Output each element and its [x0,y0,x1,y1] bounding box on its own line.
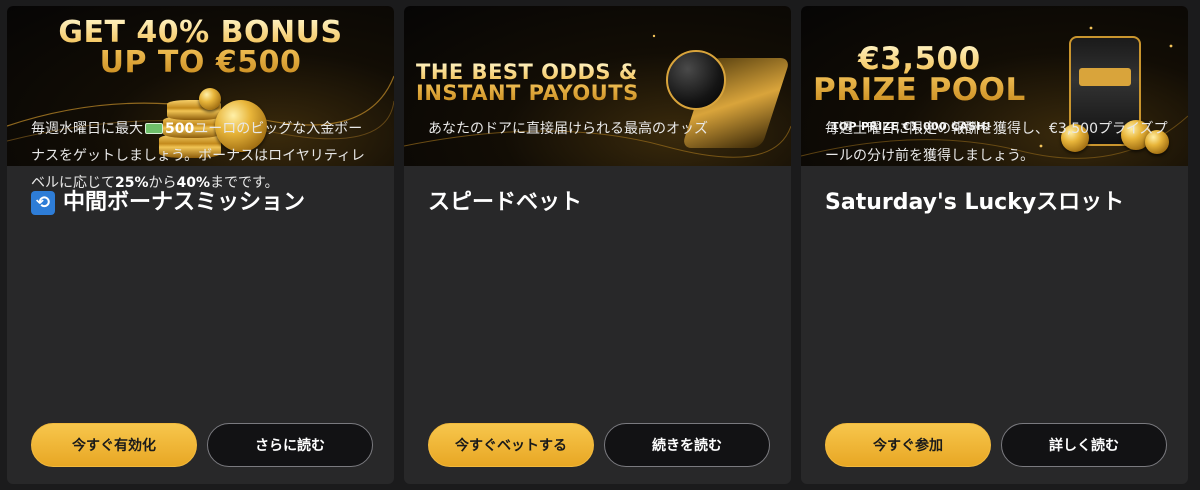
card-title: スピードベット [428,188,767,218]
banner-line-1: €3,500 [858,41,981,77]
join-now-button[interactable]: 今すぐ参加 [825,423,991,467]
slot-reels [1079,68,1131,86]
banner-line-2: UP TO €500 [99,45,302,80]
desc-percent: 40% [176,175,211,191]
read-more-button[interactable]: 詳しく読む [1001,423,1167,467]
football-image [666,50,726,110]
card-description: あなたのドアに直接届けられる最高のオッズ [428,121,708,137]
banner-headline: GET 40% BONUS UP TO €500 [7,18,394,78]
promo-card-lucky-slot: €3,500 PRIZE POOL TOP PRIZE €1,000 CASH!… [801,6,1188,484]
read-more-button[interactable]: 続きを読む [604,423,770,467]
banner-line-1: GET 40% BONUS [58,15,343,50]
bet-now-button[interactable]: 今すぐベットする [428,423,594,467]
promo-card-bonus-mission: GET 40% BONUS UP TO €500 ⟲ 中間ボーナスミッション 毎… [7,6,394,484]
card-title-text: Saturday's Luckyスロット [825,190,1125,215]
promo-card-speed-bet: THE BEST ODDS & INSTANT PAYOUTS スピードベット … [404,6,791,484]
coin-image [199,88,221,110]
banner-line-2: PRIZE POOL [813,72,1026,108]
activate-now-button[interactable]: 今すぐ有効化 [31,423,197,467]
card-actions: 今すぐ有効化 さらに読む [31,423,373,467]
banner-headline: THE BEST ODDS & INSTANT PAYOUTS [416,62,639,104]
desc-text: 毎週水曜日に最大 [31,121,143,137]
banner-line-1: THE BEST ODDS & [416,60,638,84]
banner-line-2: INSTANT PAYOUTS [416,81,639,105]
card-actions: 今すぐベットする 続きを読む [428,423,770,467]
card-description: 毎週水曜日に最大 500ユーロのビッグな入金ボーナスをゲットしましょう。ボーナスは… [31,116,374,197]
promotions-grid: GET 40% BONUS UP TO €500 ⟲ 中間ボーナスミッション 毎… [0,0,1200,490]
banknote-icon [145,123,163,134]
card-title: Saturday's Luckyスロット [825,188,1164,218]
desc-text: までです。 [210,175,279,191]
read-more-button[interactable]: さらに読む [207,423,373,467]
banner-headline: €3,500 PRIZE POOL [813,44,1026,106]
desc-percent: 25% [115,175,149,191]
card-title-text: スピードベット [428,190,583,215]
card-actions: 今すぐ参加 詳しく読む [825,423,1167,467]
card-description: 毎週土曜日に限定の報酬を獲得し、€3,500プライズプールの分け前を獲得しましょ… [825,121,1168,164]
desc-text: から [148,175,177,191]
desc-amount: 500 [165,121,195,137]
